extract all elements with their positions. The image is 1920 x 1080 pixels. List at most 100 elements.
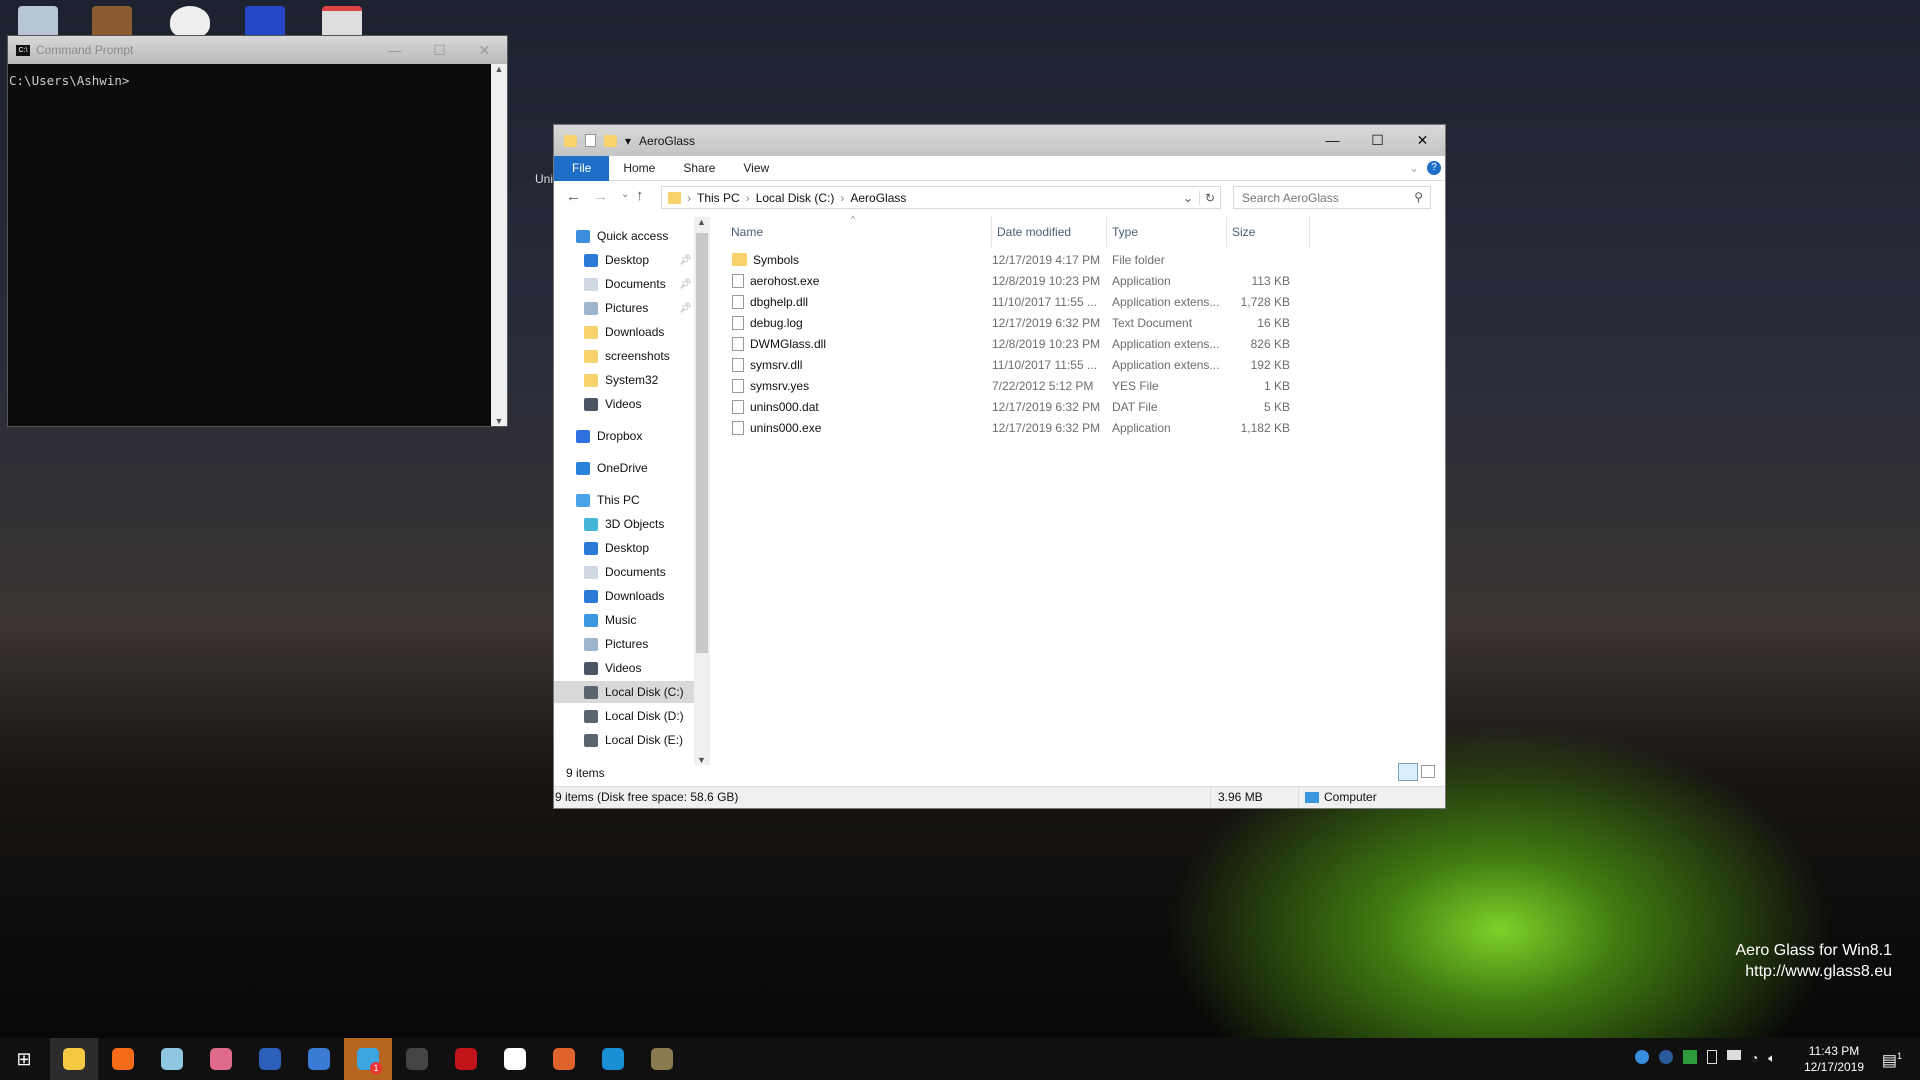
window-app-icon[interactable] — [322, 6, 362, 38]
steam-icon[interactable] — [1659, 1050, 1673, 1064]
recent-locations-icon[interactable]: ⌄ — [621, 189, 629, 200]
minimize-button[interactable]: — — [1310, 126, 1355, 154]
taskbar-command-prompt[interactable] — [393, 1038, 441, 1080]
defender-shield-icon[interactable] — [1683, 1050, 1697, 1064]
column-header-name[interactable]: Name — [731, 217, 763, 247]
up-arrow-icon[interactable]: ↑ — [636, 187, 644, 204]
column-header-size[interactable]: Size — [1226, 217, 1310, 247]
large-icons-view-button[interactable] — [1421, 765, 1435, 778]
taskbar-word[interactable] — [246, 1038, 294, 1080]
command-prompt-window[interactable]: C:\ Command Prompt — ☐ ✕ C:\Users\Ashwin… — [7, 35, 508, 427]
back-arrow-icon[interactable]: ← — [566, 188, 581, 205]
pin-icon[interactable]: 📌︎ — [679, 255, 692, 266]
forward-arrow-icon[interactable]: → — [593, 188, 608, 205]
sidebar-item[interactable]: Documents 📌︎ — [554, 273, 692, 295]
sidebar-item[interactable]: Local Disk (D:) — [554, 705, 684, 727]
start-button[interactable]: ⊞ — [0, 1038, 48, 1080]
new-folder-icon[interactable] — [604, 134, 617, 147]
action-center-button[interactable]: ▤1 — [1872, 1038, 1912, 1080]
breadcrumb-this-pc[interactable]: This PC — [697, 191, 740, 205]
file-row[interactable]: debug.log 12/17/2019 6:32 PM Text Document… — [732, 312, 1352, 333]
address-dropdown-icon[interactable]: ⌄ — [1183, 191, 1193, 205]
sidebar-item[interactable]: System32 — [554, 369, 658, 391]
sidebar-item[interactable]: Quick access — [554, 225, 668, 247]
close-button[interactable]: ✕ — [1400, 126, 1445, 154]
sidebar-item[interactable]: Documents — [554, 561, 666, 583]
close-button[interactable]: ✕ — [462, 36, 507, 64]
file-row[interactable]: unins000.dat 12/17/2019 6:32 PM DAT File 5 … — [732, 396, 1352, 417]
title-bar[interactable]: C:\ Command Prompt — ☐ ✕ — [8, 36, 507, 64]
file-row[interactable]: aerohost.exe 12/8/2019 10:23 PM Applicatio… — [732, 270, 1352, 291]
sidebar-item[interactable]: Videos — [554, 657, 641, 679]
taskbar-notepad[interactable] — [148, 1038, 196, 1080]
desktop-icon-label[interactable]: Uni — [535, 172, 553, 186]
cat-app-icon[interactable] — [170, 6, 210, 38]
tab-home[interactable]: Home — [609, 161, 669, 175]
taskbar-file-explorer[interactable] — [50, 1038, 98, 1080]
tab-share[interactable]: Share — [669, 161, 729, 175]
maximize-button[interactable]: ☐ — [417, 36, 462, 64]
maximize-button[interactable]: ☐ — [1355, 126, 1400, 154]
recycle-bin-icon[interactable] — [18, 6, 58, 38]
sidebar-item[interactable]: Music — [554, 609, 636, 631]
expand-ribbon-icon[interactable]: ⌄ — [1401, 161, 1427, 175]
taskbar-ladybug[interactable] — [442, 1038, 490, 1080]
sidebar-item[interactable]: Pictures — [554, 633, 648, 655]
taskbar-snipping-tool[interactable] — [197, 1038, 245, 1080]
taskbar-mail[interactable] — [491, 1038, 539, 1080]
file-row[interactable]: dbghelp.dll 11/10/2017 11:55 ... Applicati… — [732, 291, 1352, 312]
minimize-button[interactable]: — — [372, 36, 417, 64]
sidebar-item[interactable]: Downloads — [554, 321, 664, 343]
console-output[interactable]: C:\Users\Ashwin> — [8, 64, 507, 88]
volume-icon[interactable]: 🔈︎ — [1768, 1050, 1775, 1080]
sidebar-item[interactable]: Local Disk (C:) — [554, 681, 694, 703]
file-row[interactable]: symsrv.yes 7/22/2012 5:12 PM YES File 1 KB — [732, 375, 1352, 396]
sidebar-item[interactable]: 3D Objects — [554, 513, 664, 535]
breadcrumb-aeroglass[interactable]: AeroGlass — [850, 191, 906, 205]
scrollbar[interactable]: ▲ ▼ — [491, 64, 507, 426]
customize-toolbar-icon[interactable]: ▾ — [625, 134, 631, 148]
floppy-save-icon[interactable] — [245, 6, 285, 38]
taskbar-thunderbird[interactable] — [295, 1038, 343, 1080]
sidebar-item[interactable]: Pictures 📌︎ — [554, 297, 692, 319]
search-input[interactable]: Search AeroGlass ⚲ — [1233, 186, 1431, 209]
help-icon[interactable]: ? — [1427, 161, 1441, 175]
properties-icon[interactable] — [585, 134, 596, 147]
address-bar[interactable]: › This PC › Local Disk (C:) › AeroGlass ⌄ ↻ — [661, 186, 1221, 209]
telegram-tray-icon[interactable] — [1635, 1050, 1649, 1064]
details-view-button[interactable] — [1398, 763, 1418, 781]
taskbar-monitor[interactable] — [638, 1038, 686, 1080]
taskbar-firefox[interactable] — [99, 1038, 147, 1080]
refresh-icon[interactable]: ↻ — [1198, 190, 1220, 205]
sidebar-item[interactable]: Local Disk (E:) — [554, 729, 683, 751]
taskbar-telegram[interactable]: 1 — [344, 1038, 392, 1080]
sidebar-item[interactable]: OneDrive — [554, 457, 648, 479]
sidebar-item[interactable]: Desktop — [554, 537, 649, 559]
tab-file[interactable]: File — [554, 155, 610, 181]
sidebar-item[interactable]: Videos — [554, 393, 641, 415]
tab-view[interactable]: View — [729, 161, 783, 175]
column-header-type[interactable]: Type — [1106, 217, 1138, 247]
file-explorer-window[interactable]: ▾ AeroGlass — ☐ ✕ File Home Share View ⌄… — [553, 124, 1446, 809]
pin-icon[interactable]: 📌︎ — [679, 279, 692, 290]
taskbar-edge[interactable] — [589, 1038, 637, 1080]
wifi-icon[interactable]: ◔ — [1751, 1050, 1758, 1080]
breadcrumb-local-disk-c[interactable]: Local Disk (C:) — [756, 191, 835, 205]
file-row[interactable]: Symbols 12/17/2019 4:17 PM File folder — [732, 249, 1352, 270]
taskbar-chrome-like[interactable] — [540, 1038, 588, 1080]
file-row[interactable]: symsrv.dll 11/10/2017 11:55 ... Applicatio… — [732, 354, 1352, 375]
books-icon[interactable] — [92, 6, 132, 38]
sidebar-item[interactable]: Desktop 📌︎ — [554, 249, 692, 271]
usb-eject-icon[interactable] — [1707, 1050, 1717, 1064]
sidebar-item[interactable]: Downloads — [554, 585, 664, 607]
sidebar-item[interactable]: screenshots — [554, 345, 670, 367]
nav-scrollbar[interactable]: ▲ ▼ — [694, 217, 710, 765]
title-bar[interactable]: ▾ AeroGlass — ☐ ✕ — [554, 125, 1445, 156]
sidebar-item[interactable]: Dropbox — [554, 425, 642, 447]
clock[interactable]: 11:43 PM 12/17/2019 — [1798, 1038, 1870, 1080]
pin-icon[interactable]: 📌︎ — [679, 303, 692, 314]
file-row[interactable]: unins000.exe 12/17/2019 6:32 PM Applicatio… — [732, 417, 1352, 438]
column-header-date-modified[interactable]: Date modified — [991, 217, 1071, 247]
battery-icon[interactable] — [1727, 1050, 1741, 1060]
sidebar-item[interactable]: This PC — [554, 489, 640, 511]
